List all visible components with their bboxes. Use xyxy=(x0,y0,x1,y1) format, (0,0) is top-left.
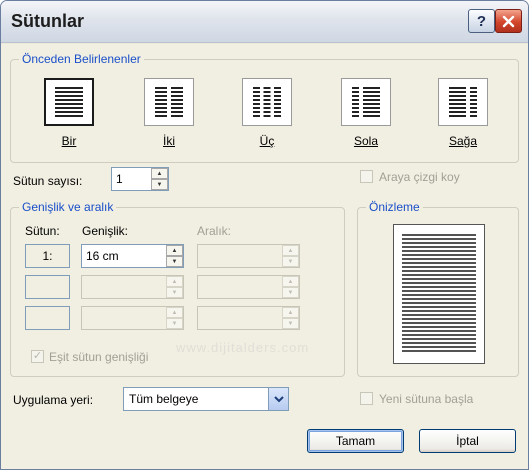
width-input[interactable]: 16 cm ▲ ▼ xyxy=(81,244,184,268)
apply-to-label: Uygulama yeri: xyxy=(13,393,94,407)
width-header: Genişlik: xyxy=(82,224,129,238)
spin-down-icon[interactable]: ▼ xyxy=(151,179,168,190)
two-columns-icon xyxy=(144,78,194,126)
start-new-column-label: Yeni sütuna başla xyxy=(379,392,474,406)
preset-three-label: Üç xyxy=(259,134,275,148)
column-count-value: 1 xyxy=(116,172,123,186)
width-input[interactable]: ▲ ▼ xyxy=(81,306,184,330)
width-spin[interactable]: ▲ ▼ xyxy=(166,276,183,298)
spin-down-icon[interactable]: ▼ xyxy=(166,287,183,298)
columns-dialog: Sütunlar ? www.dijitalders.com Önceden B… xyxy=(0,0,529,470)
spacing-spin[interactable]: ▲ ▼ xyxy=(282,276,299,298)
spin-down-icon[interactable]: ▼ xyxy=(166,318,183,329)
spin-up-icon[interactable]: ▲ xyxy=(166,276,183,287)
width-spin[interactable]: ▲ ▼ xyxy=(166,307,183,329)
width-value: 16 cm xyxy=(86,249,119,263)
spacing-header: Aralık: xyxy=(197,224,232,238)
spin-down-icon[interactable]: ▼ xyxy=(166,256,183,267)
spacing-spin[interactable]: ▲ ▼ xyxy=(282,307,299,329)
preset-one-column[interactable]: Bir xyxy=(44,78,94,148)
spin-down-icon[interactable]: ▼ xyxy=(282,256,299,267)
width-input[interactable]: ▲ ▼ xyxy=(81,275,184,299)
three-columns-icon xyxy=(242,78,292,126)
cancel-button[interactable]: İptal xyxy=(419,429,516,453)
preview-group-label: Önizleme xyxy=(366,200,423,214)
width-spacing-group-label: Genişlik ve aralık xyxy=(19,200,117,214)
width-spin[interactable]: ▲ ▼ xyxy=(166,245,183,267)
start-new-column-checkbox[interactable] xyxy=(360,392,373,405)
column-number-cell: 1: xyxy=(25,244,70,268)
line-between-checkbox[interactable] xyxy=(360,170,373,183)
dialog-body: www.dijitalders.com Önceden Belirlenenle… xyxy=(1,44,528,469)
preview-lines xyxy=(402,234,476,352)
presets-group-label: Önceden Belirlenenler xyxy=(19,52,144,66)
spin-up-icon[interactable]: ▲ xyxy=(166,307,183,318)
preset-right[interactable]: Sağa xyxy=(438,78,488,148)
spin-up-icon[interactable]: ▲ xyxy=(151,168,168,179)
title-bar[interactable]: Sütunlar ? xyxy=(1,1,528,43)
left-column-icon xyxy=(341,78,391,126)
one-column-icon xyxy=(44,78,94,126)
preset-left-label: Sola xyxy=(353,134,379,148)
column-number-cell xyxy=(25,275,70,299)
right-column-icon xyxy=(438,78,488,126)
close-icon xyxy=(502,15,515,27)
preset-three-columns[interactable]: Üç xyxy=(242,78,292,148)
preview-page xyxy=(393,224,485,364)
close-button[interactable] xyxy=(495,9,522,33)
preset-one-label: Bir xyxy=(61,134,77,148)
chevron-down-icon xyxy=(273,395,284,402)
spin-down-icon[interactable]: ▼ xyxy=(282,318,299,329)
spacing-input[interactable]: ▲ ▼ xyxy=(197,275,300,299)
spacing-input[interactable]: ▲ ▼ xyxy=(197,244,300,268)
preset-two-columns[interactable]: İki xyxy=(144,78,194,148)
checkmark-icon: ✓ xyxy=(32,350,43,362)
help-button[interactable]: ? xyxy=(468,9,495,33)
spin-up-icon[interactable]: ▲ xyxy=(282,307,299,318)
dropdown-button[interactable] xyxy=(268,388,288,410)
spacing-input[interactable]: ▲ ▼ xyxy=(197,306,300,330)
help-icon: ? xyxy=(476,12,487,30)
apply-to-select[interactable]: Tüm belgeye xyxy=(123,387,289,411)
spacing-spin[interactable]: ▲ ▼ xyxy=(282,245,299,267)
dialog-title: Sütunlar xyxy=(11,11,85,31)
preset-two-label: İki xyxy=(163,134,175,148)
apply-to-value: Tüm belgeye xyxy=(129,392,199,406)
column-number-cell xyxy=(25,306,70,330)
ok-button[interactable]: Tamam xyxy=(307,429,404,453)
spin-up-icon[interactable]: ▲ xyxy=(282,276,299,287)
column-count-spin[interactable]: ▲ ▼ xyxy=(151,168,168,190)
column-count-stepper[interactable]: 1 ▲ ▼ xyxy=(111,167,169,191)
preset-left[interactable]: Sola xyxy=(341,78,391,148)
spin-up-icon[interactable]: ▲ xyxy=(166,245,183,256)
spin-up-icon[interactable]: ▲ xyxy=(282,245,299,256)
spin-down-icon[interactable]: ▼ xyxy=(282,287,299,298)
equal-width-label: Eşit sütun genişliği xyxy=(49,350,149,364)
column-count-label: Sütun sayısı: xyxy=(13,174,83,188)
equal-width-checkbox[interactable]: ✓ xyxy=(31,350,44,363)
column-header: Sütun: xyxy=(25,224,60,238)
preset-right-label: Sağa xyxy=(448,134,478,148)
line-between-label: Araya çizgi koy xyxy=(379,170,460,184)
